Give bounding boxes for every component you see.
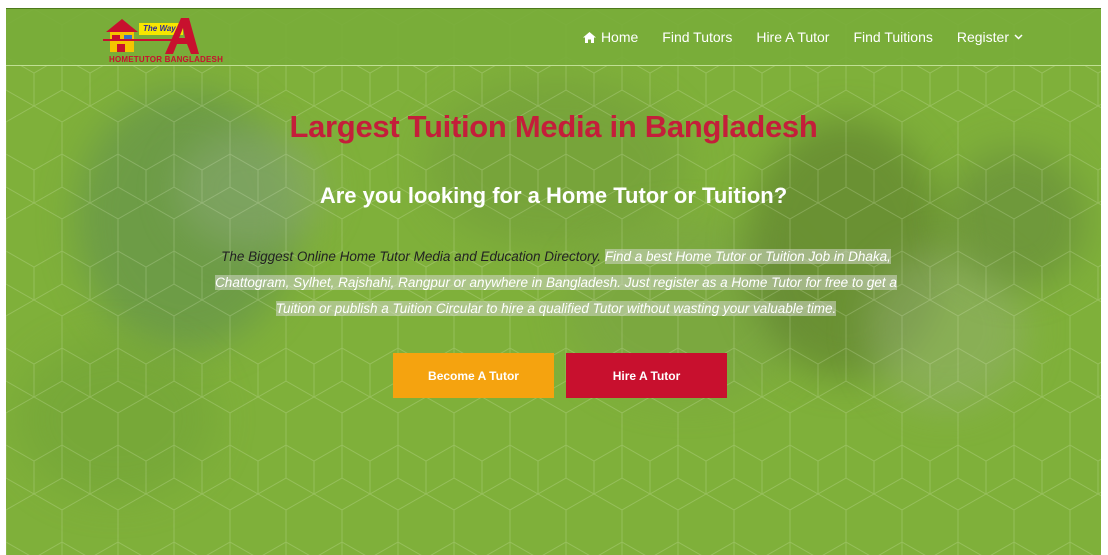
nav-item-label: Register xyxy=(956,29,1009,45)
nav-item-find-tuitions[interactable]: Find Tuitions xyxy=(853,29,932,45)
site-logo[interactable]: The Way HOMETUTOR BANGLADESH xyxy=(103,14,223,64)
main-nav: Home Find Tutors Hire A Tutor Find Tuiti… xyxy=(582,9,1023,65)
hire-tutor-button[interactable]: Hire A Tutor xyxy=(566,353,727,398)
hero-section: The Way HOMETUTOR BANGLADESH Home Find T… xyxy=(6,8,1101,555)
nav-item-label: Hire A Tutor xyxy=(756,29,830,45)
hero-title: Largest Tuition Media in Bangladesh xyxy=(289,109,818,144)
logo-tagline: The Way xyxy=(143,24,176,33)
nav-item-label: Find Tuitions xyxy=(853,29,933,45)
home-icon xyxy=(582,31,596,43)
description-lead: The Biggest Online Home Tutor Media and … xyxy=(221,249,602,264)
nav-item-register[interactable]: Register xyxy=(957,29,1023,45)
logo-icon xyxy=(103,18,199,54)
logo-text: HOMETUTOR BANGLADESH xyxy=(109,55,224,64)
nav-item-find-tutors[interactable]: Find Tutors xyxy=(662,29,732,45)
top-navbar: The Way HOMETUTOR BANGLADESH Home Find T… xyxy=(6,9,1101,66)
hero-description: The Biggest Online Home Tutor Media and … xyxy=(206,244,906,322)
become-tutor-button[interactable]: Become A Tutor xyxy=(393,353,554,398)
nav-item-label: Find Tutors xyxy=(662,29,733,45)
nav-item-hire-a-tutor[interactable]: Hire A Tutor xyxy=(756,29,829,45)
chevron-down-icon xyxy=(1014,34,1023,40)
hero-subtitle: Are you looking for a Home Tutor or Tuit… xyxy=(319,183,788,208)
nav-item-home[interactable]: Home xyxy=(582,29,639,45)
nav-item-label: Home xyxy=(600,29,639,45)
